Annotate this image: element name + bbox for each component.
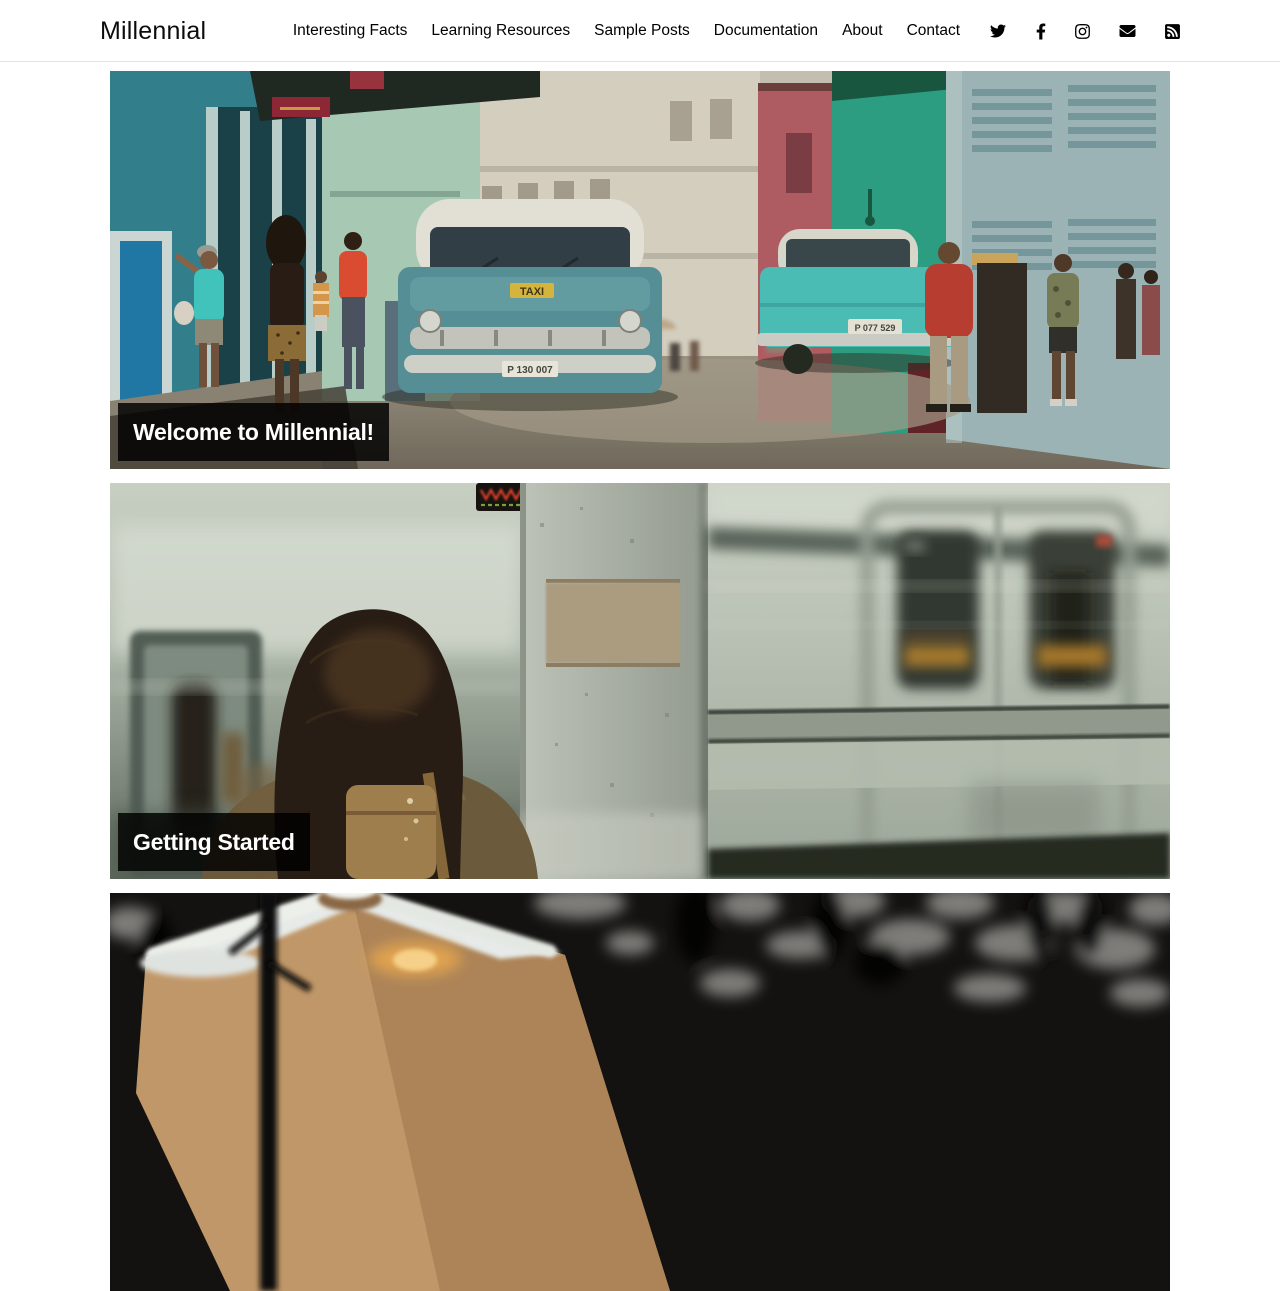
post-caption-welcome[interactable]: Welcome to Millennial! [118, 403, 389, 461]
nav-item-learning-resources[interactable]: Learning Resources [431, 22, 570, 39]
instagram-icon[interactable] [1075, 23, 1090, 40]
header-inner: Millennial Interesting Facts Learning Re… [100, 0, 1180, 62]
post-list: TAXI P 130 007 P 07 [110, 71, 1170, 1291]
nav-item-contact[interactable]: Contact [907, 22, 960, 39]
site-header: Millennial Interesting Facts Learning Re… [0, 0, 1280, 62]
site-logo[interactable]: Millennial [100, 17, 206, 46]
nav-item-about[interactable]: About [842, 22, 883, 39]
facebook-icon[interactable] [1036, 23, 1046, 40]
rss-icon[interactable] [1165, 23, 1180, 40]
social-links [989, 23, 1180, 40]
post-preview-snow-tent [110, 893, 1170, 1291]
post-caption-getting-started[interactable]: Getting Started [118, 813, 310, 871]
foreground-tree-trunk [260, 893, 277, 1291]
main-nav: Interesting Facts Learning Resources Sam… [293, 22, 1180, 40]
twitter-icon[interactable] [989, 23, 1007, 39]
nav-item-sample-posts[interactable]: Sample Posts [594, 22, 690, 39]
nav-item-interesting-facts[interactable]: Interesting Facts [293, 22, 408, 39]
nav-item-documentation[interactable]: Documentation [714, 22, 818, 39]
snow-tent-photo [110, 893, 1170, 1291]
post-preview-getting-started: Getting Started [110, 483, 1170, 879]
nav-links: Interesting Facts Learning Resources Sam… [293, 22, 960, 40]
envelope-icon[interactable] [1119, 23, 1136, 39]
post-preview-welcome: TAXI P 130 007 P 07 [110, 71, 1170, 469]
